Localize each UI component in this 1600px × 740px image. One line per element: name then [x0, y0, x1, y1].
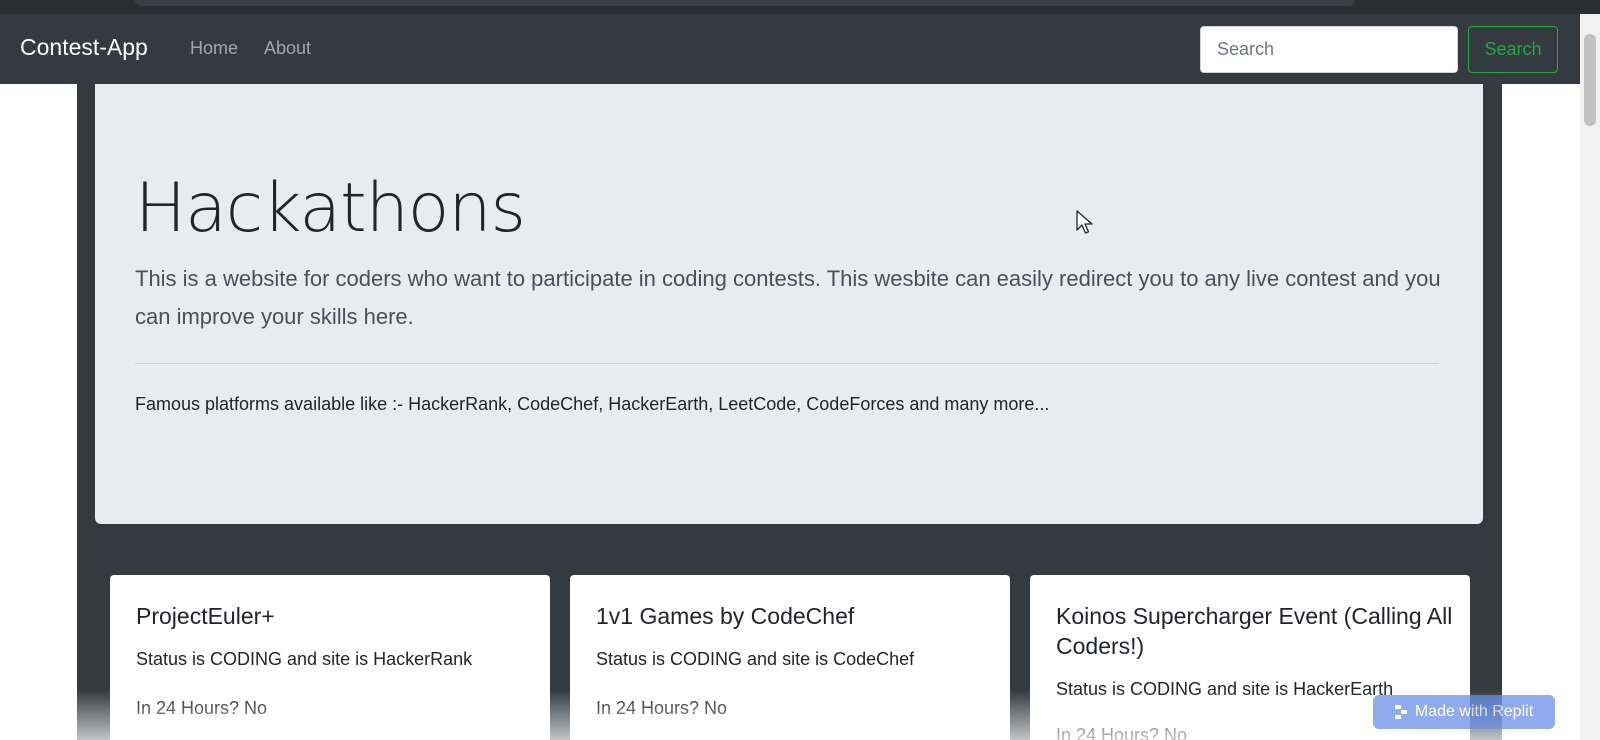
- replit-logo-icon: [1394, 705, 1407, 719]
- browser-top-strip: [0, 0, 1600, 14]
- navbar-brand[interactable]: Contest-App: [20, 34, 148, 61]
- card-status: Status is CODING and site is CodeChef: [596, 649, 915, 669]
- search-input[interactable]: [1200, 26, 1458, 73]
- card-status: Status is CODING and site is HackerEarth: [1056, 679, 1394, 699]
- jumbotron-text: Famous platforms available like :- Hacke…: [135, 394, 1050, 414]
- page-title: Hackathons: [135, 169, 526, 248]
- navbar: Contest-App Home About Search: [0, 14, 1580, 84]
- card-in24: In 24 Hours? No: [596, 698, 728, 718]
- card-status: Status is CODING and site is HackerRank: [136, 649, 473, 669]
- card-in24: In 24 Hours? No: [136, 698, 268, 718]
- nav-link-home[interactable]: Home: [190, 38, 238, 59]
- card-title: ProjectEuler+: [136, 603, 275, 629]
- nav-link-about[interactable]: About: [264, 38, 311, 59]
- divider: [135, 363, 1439, 364]
- search-button[interactable]: Search: [1468, 26, 1558, 73]
- browser-tab-shape: [135, 0, 1355, 6]
- scrollbar-thumb[interactable]: [1584, 34, 1596, 126]
- mouse-cursor-icon: [1076, 210, 1093, 234]
- badge-label: Made with Replit: [1414, 703, 1534, 720]
- main-container: Hackathons This is a website for coders …: [77, 84, 1502, 740]
- jumbotron: Hackathons This is a website for coders …: [95, 84, 1483, 524]
- jumbotron-lead: This is a website for coders who want to…: [135, 266, 1441, 329]
- card-title: 1v1 Games by CodeChef: [596, 603, 855, 629]
- card-in24: In 24 Hours? No: [1056, 725, 1188, 740]
- made-with-replit-badge[interactable]: Made with Replit: [1373, 695, 1555, 729]
- contest-card[interactable]: ProjectEuler+ Status is CODING and site …: [110, 575, 550, 740]
- contest-card[interactable]: 1v1 Games by CodeChef Status is CODING a…: [570, 575, 1010, 740]
- page-scrollbar[interactable]: [1580, 14, 1600, 740]
- card-title: Koinos Supercharger Event (Calling All C…: [1056, 603, 1453, 659]
